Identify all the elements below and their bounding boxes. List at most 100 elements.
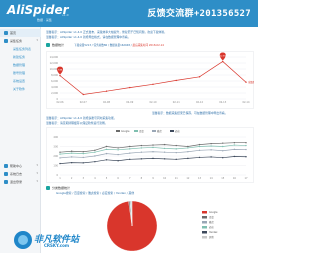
sidebar-item-about[interactable]: 关于软件 [0, 85, 41, 93]
sidebar-item-new-task[interactable]: 新建任务 [0, 53, 41, 61]
data-point [245, 148, 247, 151]
data-point [152, 146, 154, 149]
panel-icon [46, 186, 50, 190]
x-tick-label: 02-14 [243, 101, 250, 104]
x-tick-label: 11 [175, 177, 179, 180]
sidebar-item-label: 退出登录 [10, 180, 23, 184]
data-point [152, 83, 154, 85]
notice-text: 温馨提示：数据采集结果已保存，可在数据管理中导出查看。 [152, 111, 228, 115]
watermark: 非凡软件站 CRSKY.com [14, 231, 104, 251]
stats-panel-header: 数据统计 下载总量5213 / 任务总数86 / 数据总量162048 / 最后… [46, 42, 254, 48]
chart-frame [46, 127, 254, 183]
sidebar-item-logs[interactable]: 系统日志 ▾ [0, 170, 41, 178]
y-tick-label: 200 [53, 155, 58, 158]
sidebar-item-label: 账号管理 [13, 71, 26, 75]
app-logo: AliSpider [7, 3, 69, 17]
data-point [245, 142, 247, 144]
x-tick-label: 16 [233, 177, 237, 180]
notice-text: 温馨提示：请定期清理缓存以保证软件运行流畅。 [46, 121, 108, 125]
data-point [70, 152, 73, 154]
sidebar-item-accounts[interactable]: 账号管理 [0, 69, 41, 77]
sidebar-item-settings[interactable]: 系统设置 [0, 77, 41, 85]
legend-swatch [202, 216, 207, 219]
data-point [187, 147, 189, 149]
x-tick-label: 13 [198, 177, 202, 180]
data-point [140, 144, 143, 147]
summary-counts: 下载总量5213 / 任务总数86 / 数据总量162048 / [74, 44, 132, 47]
data-point [163, 151, 166, 153]
legend-swatch [170, 130, 174, 132]
sidebar: 首页 采集任务 ▾ 采集任务列表 新建任务 数据管理 账号管理 系统设置 关于软… [0, 27, 41, 253]
data-point [129, 148, 131, 150]
notice-text: 温馨提示：AliSpider v1.4.0 新增导出格式，请在数据管理中查看。 [46, 35, 131, 39]
legend-label: 必应 [175, 129, 180, 133]
sidebar-item-label: 采集任务列表 [13, 47, 32, 51]
y-tick-label: 14,000 [50, 56, 59, 59]
data-point [233, 155, 236, 158]
sidebar-item-task-list[interactable]: 采集任务列表 [0, 45, 41, 53]
summary-last-time: 最后采集时间 2018-02-14 [132, 44, 164, 47]
data-point [175, 151, 177, 154]
data-point [94, 161, 96, 163]
watermark-url: CRSKY.com [44, 243, 70, 248]
data-point [198, 76, 201, 78]
legend-swatch [202, 221, 207, 224]
data-point [187, 157, 189, 160]
data-point [175, 148, 177, 150]
data-point [175, 144, 177, 147]
y-tick-label: 400 [53, 136, 58, 139]
legend-swatch [202, 226, 207, 229]
y-tick-label: 12,000 [50, 62, 59, 65]
chevron-down-icon: ▾ [36, 163, 38, 167]
x-tick-label: 02-12 [196, 101, 203, 104]
feedback-group-banner: 反馈交流群+201356527 [147, 9, 251, 19]
notice-text: 温馨提示：AliSpider v1.4.0 正式发布，采集效率大幅提升，修复若干… [46, 30, 167, 34]
x-tick-label: 02-06 [57, 101, 64, 104]
data-point [59, 153, 61, 155]
data-point [152, 151, 154, 153]
data-point [233, 144, 236, 146]
data-point [129, 145, 131, 148]
data-point [187, 151, 189, 153]
main-content: 温馨提示：AliSpider v1.4.0 正式发布，采集效率大幅提升，修复若干… [42, 27, 258, 253]
legend-label: 其他 [209, 235, 214, 239]
sidebar-item-label: 关于软件 [13, 87, 26, 91]
data-point [222, 150, 224, 152]
data-point [59, 74, 61, 77]
sidebar-item-data[interactable]: 数据管理 [0, 61, 41, 69]
legend-swatch [152, 130, 156, 132]
sidebar-item-tasks[interactable]: 采集任务 ▾ [0, 37, 41, 45]
series-label: 采集数量 [248, 80, 254, 84]
x-tick-label: 02-11 [173, 101, 180, 104]
data-point [70, 156, 73, 158]
x-tick-label: 02-07 [80, 101, 87, 104]
data-point [82, 152, 84, 155]
sidebar-item-label: 帮助中心 [10, 164, 23, 168]
sidebar-item-home[interactable]: 首页 [0, 29, 41, 37]
data-point [94, 149, 96, 151]
x-tick-label: 02-08 [103, 101, 110, 104]
sidebar-item-help[interactable]: 帮助中心 ▾ [0, 162, 41, 170]
sidebar-item-logout[interactable]: 退出登录 ▾ [0, 178, 41, 186]
data-point [210, 145, 212, 147]
sidebar-item-label: 系统日志 [10, 172, 23, 176]
data-point [152, 144, 154, 146]
legend-label: 百度 [209, 215, 214, 219]
panel-summary: 下载总量5213 / 任务总数86 / 数据总量162048 / 最后采集时间 … [74, 43, 164, 47]
data-point [117, 147, 119, 149]
data-point [140, 158, 143, 160]
y-tick-label: 100 [53, 165, 58, 168]
data-point [129, 158, 131, 161]
data-point [82, 151, 84, 153]
data-point [105, 148, 108, 151]
data-point [105, 152, 108, 155]
chevron-down-icon: ▾ [36, 171, 38, 175]
data-point [198, 156, 201, 159]
sidebar-item-label: 系统设置 [13, 79, 26, 83]
data-point [198, 145, 201, 148]
panel-title: 分类数据统计 [52, 186, 71, 190]
top-bar: AliSpider v1.0 数据 · 采集 反馈交流群+201356527 [0, 0, 258, 27]
data-point [140, 151, 143, 153]
x-tick-label: 12 [186, 177, 190, 180]
data-point [245, 144, 247, 147]
